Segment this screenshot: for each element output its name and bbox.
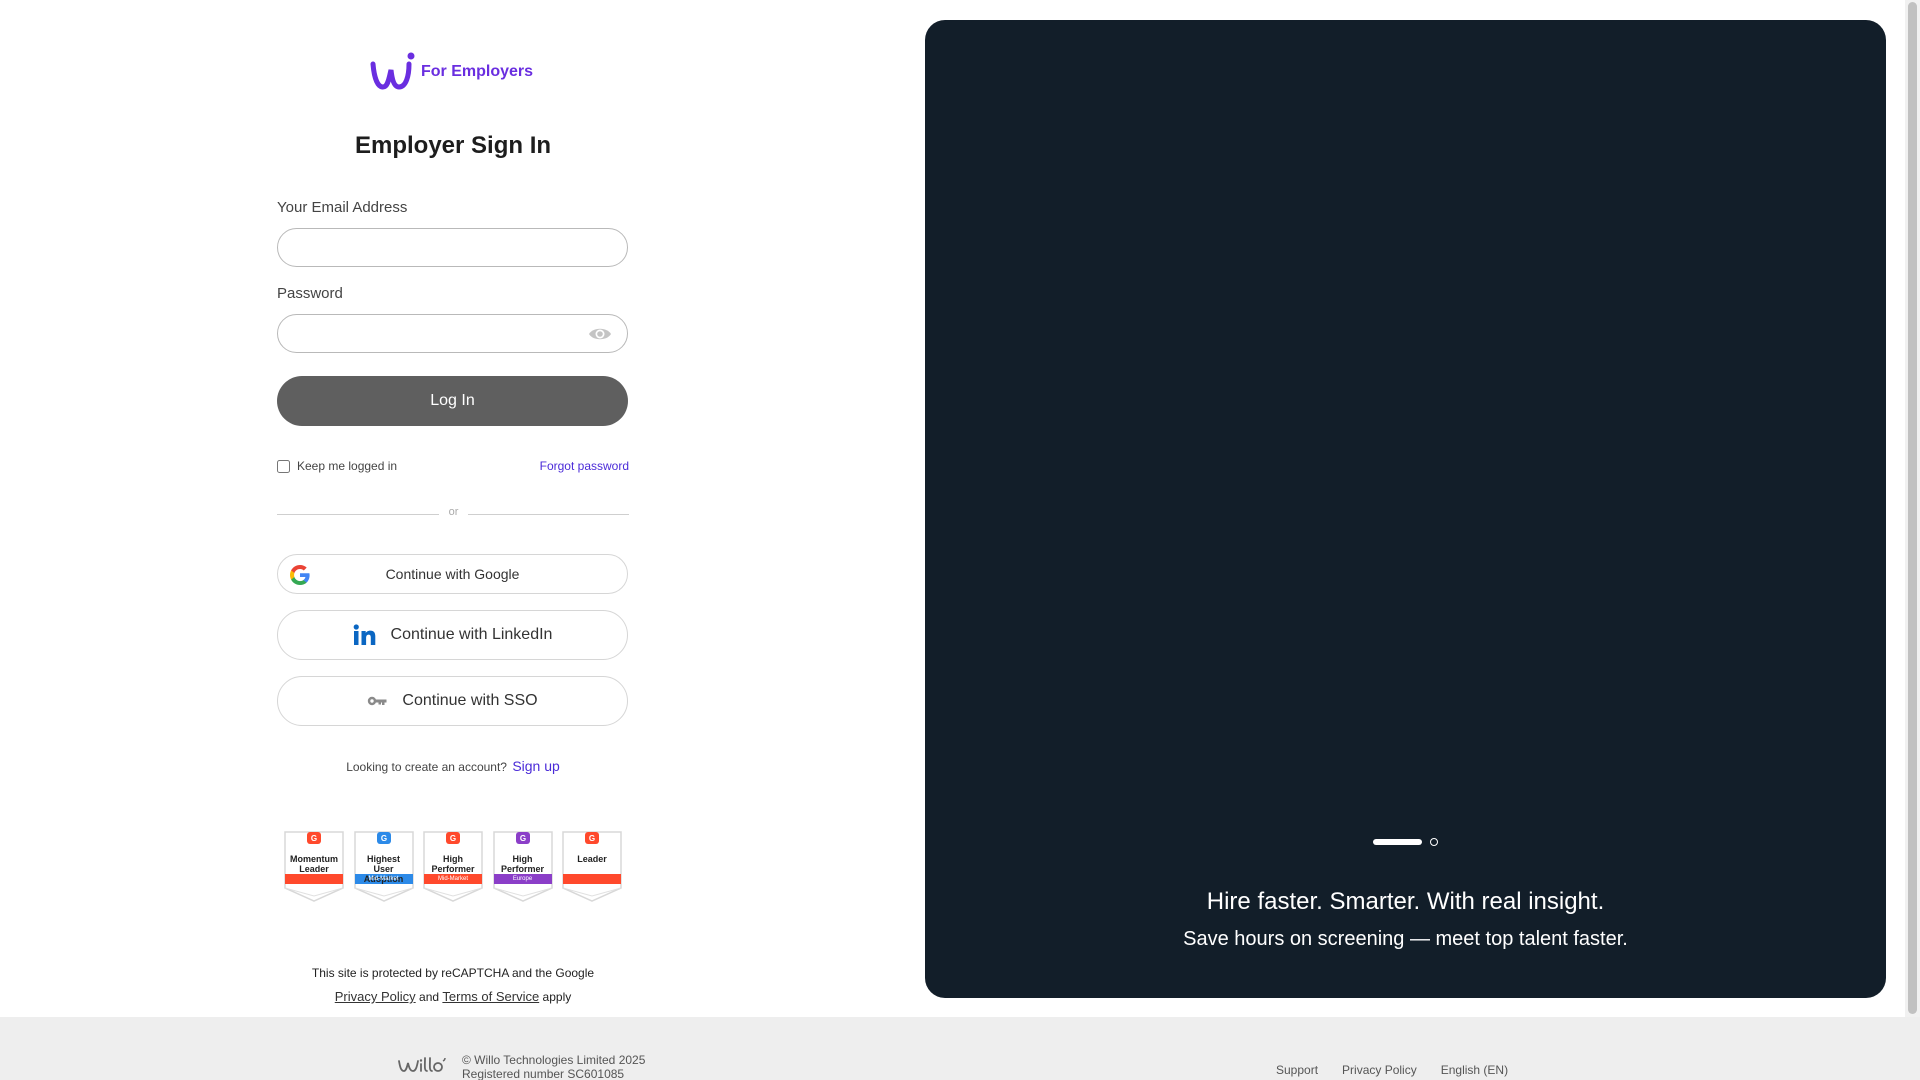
keep-logged-in[interactable]: Keep me logged in <box>277 459 397 473</box>
hero-subtitle: Save hours on screening — meet top talen… <box>1183 928 1628 950</box>
recaptcha-links: Privacy Policy and Terms of Service appl… <box>277 985 629 1009</box>
signup-link[interactable]: Sign up <box>512 758 559 774</box>
g2-badge-title: High Performer <box>431 854 475 874</box>
keep-logged-in-checkbox[interactable] <box>277 459 290 473</box>
g2-badge: G Highest User Adoption Mid-Market <box>353 830 415 902</box>
linkedin-icon <box>353 624 375 645</box>
svg-text:G: G <box>450 834 456 843</box>
carousel-dot-active[interactable] <box>1373 839 1422 845</box>
svg-text:G: G <box>589 834 595 843</box>
divider-line-right <box>468 514 629 515</box>
google-terms-link[interactable]: Terms of Service <box>442 989 539 1004</box>
recaptcha-text: This site is protected by reCAPTCHA and … <box>311 966 595 980</box>
sign-in-column: For Employers Employer Sign In Your Emai… <box>0 0 905 1017</box>
password-label: Password <box>277 285 343 302</box>
recaptcha-and: and <box>419 990 440 1004</box>
divider-line-left <box>277 514 439 515</box>
g2-badge-title: Momentum Leader <box>290 854 338 874</box>
google-sign-in-button[interactable]: Continue with Google <box>277 554 628 594</box>
g2-badges: G Momentum Leader G Highest User Adoption Mi… <box>283 830 623 902</box>
page-title: Employer Sign In <box>354 132 552 159</box>
copyright-text: © Willo Technologies Limited 2025 <box>462 1053 646 1067</box>
g2-badge-title: Leader <box>577 854 607 864</box>
footer-privacy-link[interactable]: Privacy Policy <box>1342 1063 1417 1077</box>
promo-panel: Hire faster. Smarter. With real insight.… <box>925 20 1886 998</box>
keep-logged-in-label: Keep me logged in <box>297 459 398 473</box>
g2-badge-title: High Performer <box>500 854 545 874</box>
svg-text:G: G <box>380 834 386 843</box>
eye-icon[interactable] <box>588 325 612 343</box>
willo-footer-logo <box>398 1057 446 1072</box>
recaptcha-apply: apply <box>542 990 572 1004</box>
language-selector[interactable]: English (EN) <box>1441 1063 1508 1077</box>
password-field[interactable] <box>277 314 628 353</box>
g2-badge-subtitle: Mid-Market <box>368 876 399 882</box>
carousel-dot[interactable] <box>1430 838 1438 846</box>
svg-text:G: G <box>311 834 317 843</box>
signup-row: Looking to create an account? Sign up <box>277 758 629 774</box>
linkedin-sign-in-button[interactable]: Continue with LinkedIn <box>277 610 628 660</box>
g2-badge: G High Performer Mid-Market <box>422 830 484 902</box>
or-label: or <box>448 506 459 518</box>
footer-links: Support Privacy Policy English (EN) <box>1276 1063 1532 1077</box>
hero-title: Hire faster. Smarter. With real insight. <box>1206 888 1605 915</box>
g2-badge-subtitle <box>563 875 621 884</box>
g2-badge-subtitle: Europe <box>512 876 533 882</box>
google-icon <box>290 565 310 585</box>
willo-w-logo-icon <box>370 52 415 90</box>
brand-label: For Employers <box>421 63 534 80</box>
or-divider: or <box>277 506 629 522</box>
copyright: © Willo Technologies Limited 2025 Regist… <box>462 1053 645 1080</box>
registered-number: Registered number SC601085 <box>462 1067 625 1080</box>
page: For Employers Employer Sign In Your Emai… <box>0 0 1920 1080</box>
recaptcha-notice: This site is protected by reCAPTCHA and … <box>277 961 629 1009</box>
key-icon <box>368 696 387 706</box>
brand-header[interactable]: For Employers <box>368 52 533 92</box>
signup-prompt: Looking to create an account? <box>346 760 507 774</box>
carousel-indicators <box>1373 838 1438 846</box>
g2-badge-subtitle: Mid-Market <box>437 876 468 882</box>
footer: © Willo Technologies Limited 2025 Regist… <box>0 1017 1920 1080</box>
g2-badge: G Momentum Leader <box>283 830 345 902</box>
scrollbar-thumb[interactable] <box>1908 2 1917 1014</box>
forgot-password-link[interactable]: Forgot password <box>540 459 629 473</box>
g2-badge-subtitle <box>285 875 343 884</box>
linkedin-label: Continue with LinkedIn <box>390 626 553 643</box>
footer-support-link[interactable]: Support <box>1276 1063 1318 1077</box>
email-label: Your Email Address <box>277 199 408 216</box>
google-label: Continue with Google <box>385 566 520 582</box>
login-button[interactable]: Log In <box>277 376 628 426</box>
g2-badge-shield-icon: G <box>562 831 622 902</box>
g2-badge: G High Performer Europe <box>492 830 554 902</box>
g2-badge: G Leader <box>561 830 623 902</box>
sso-label: Continue with SSO <box>402 692 538 709</box>
svg-text:G: G <box>519 834 525 843</box>
google-privacy-link[interactable]: Privacy Policy <box>335 989 416 1004</box>
email-field[interactable] <box>277 228 628 267</box>
sso-sign-in-button[interactable]: Continue with SSO <box>277 676 628 726</box>
